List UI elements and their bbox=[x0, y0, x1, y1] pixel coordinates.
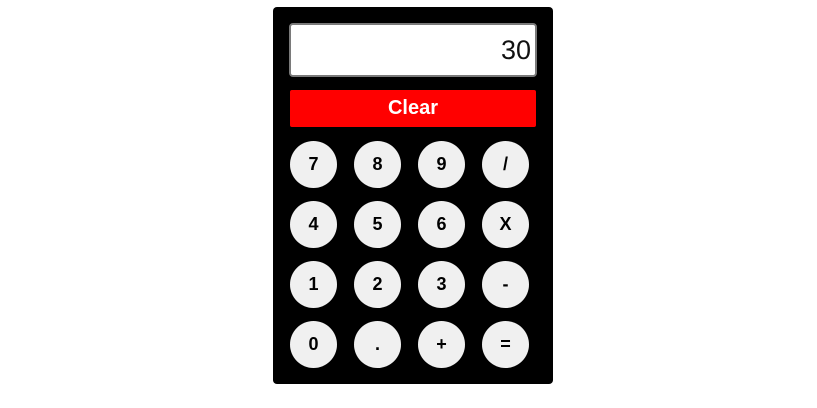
key-equals[interactable]: = bbox=[482, 321, 529, 368]
calculator-body: Clear 7 8 9 / 4 5 6 X 1 2 3 - 0 . + = bbox=[273, 7, 553, 384]
key-7[interactable]: 7 bbox=[290, 141, 337, 188]
key-multiply[interactable]: X bbox=[482, 201, 529, 248]
key-5[interactable]: 5 bbox=[354, 201, 401, 248]
keypad: 7 8 9 / 4 5 6 X 1 2 3 - 0 . + = bbox=[290, 141, 530, 368]
key-6[interactable]: 6 bbox=[418, 201, 465, 248]
key-4[interactable]: 4 bbox=[290, 201, 337, 248]
key-9[interactable]: 9 bbox=[418, 141, 465, 188]
key-add[interactable]: + bbox=[418, 321, 465, 368]
clear-button[interactable]: Clear bbox=[290, 90, 536, 127]
key-subtract[interactable]: - bbox=[482, 261, 529, 308]
key-1[interactable]: 1 bbox=[290, 261, 337, 308]
key-8[interactable]: 8 bbox=[354, 141, 401, 188]
display-field[interactable] bbox=[289, 23, 537, 77]
key-0[interactable]: 0 bbox=[290, 321, 337, 368]
key-decimal[interactable]: . bbox=[354, 321, 401, 368]
key-3[interactable]: 3 bbox=[418, 261, 465, 308]
key-2[interactable]: 2 bbox=[354, 261, 401, 308]
key-divide[interactable]: / bbox=[482, 141, 529, 188]
